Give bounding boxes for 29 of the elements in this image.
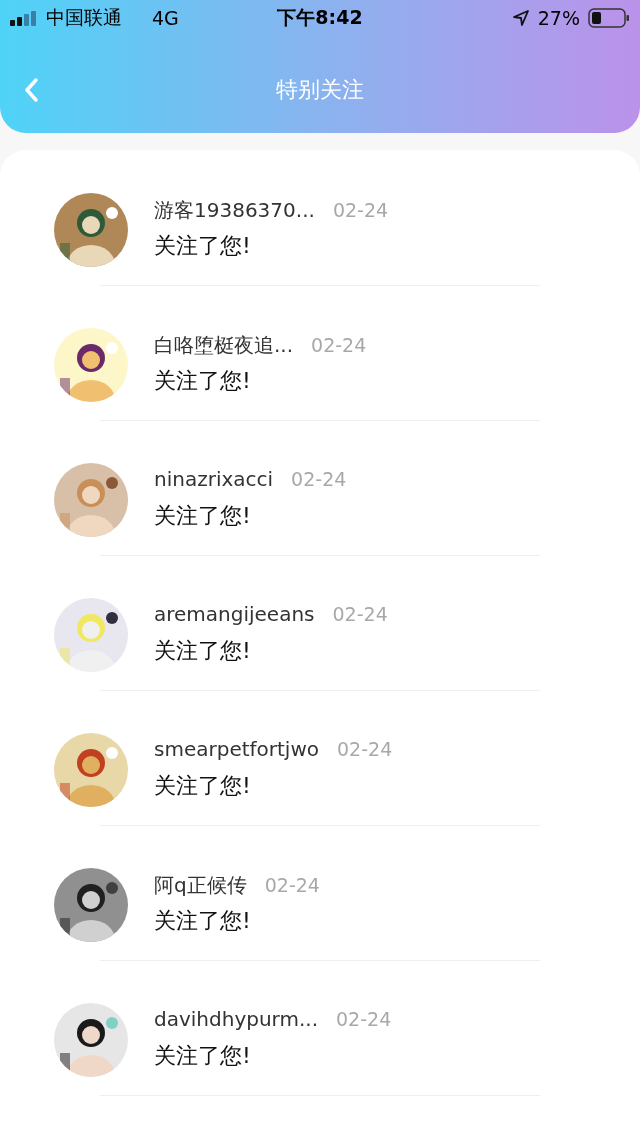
user-name[interactable]: davihdhypurm... (154, 1007, 319, 1031)
battery-icon (588, 8, 630, 28)
follow-message: 关注了您! (154, 772, 252, 800)
clock-time: 下午8:42 (277, 6, 363, 28)
follow-date: 02-24 (332, 199, 389, 221)
follow-message: 关注了您! (154, 907, 252, 935)
follow-message: 关注了您! (154, 232, 252, 260)
signal-icon (10, 10, 38, 26)
follow-message: 关注了您! (154, 367, 252, 395)
location-arrow-icon (511, 9, 530, 27)
follow-date: 02-24 (264, 874, 320, 896)
follow-date: 02-24 (332, 603, 388, 625)
follow-date: 02-24 (311, 334, 367, 356)
follow-date: 02-24 (337, 738, 393, 760)
user-name[interactable]: smearpetfortjwo (154, 737, 320, 761)
network-type: 4G (152, 7, 179, 29)
follow-message: 关注了您! (154, 502, 252, 530)
user-name[interactable]: aremangijeeans (154, 602, 315, 626)
carrier-name: 中国联通 (46, 5, 122, 30)
follow-message: 关注了您! (154, 1042, 252, 1070)
user-name[interactable]: 游客19386370... (154, 197, 315, 224)
page-title: 特别关注 (276, 77, 364, 102)
user-name[interactable]: ninazrixacci (154, 467, 274, 491)
follow-date: 02-24 (291, 468, 347, 490)
user-name[interactable]: 阿q正候传 (154, 872, 247, 899)
battery-percentage: 27% (537, 7, 580, 29)
user-name[interactable]: 白咯堕梃夜追... (154, 332, 294, 359)
follow-message: 关注了您! (154, 637, 252, 665)
follow-date: 02-24 (336, 1008, 392, 1030)
